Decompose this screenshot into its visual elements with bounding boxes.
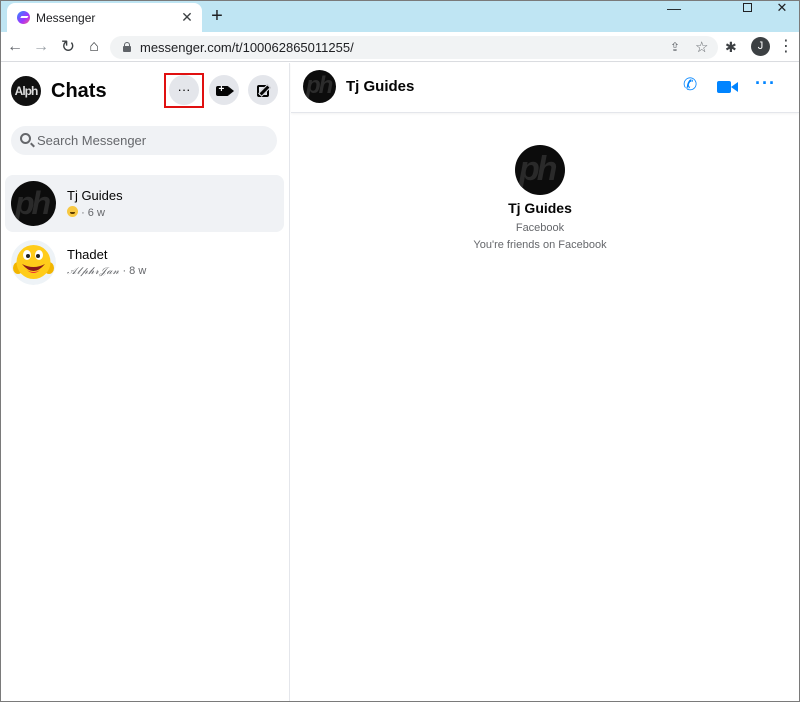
- chat-preview: 𝒜𝓁𝓅𝒽𝓇𝒥𝒶𝓃: [67, 266, 120, 277]
- avatar: ph: [11, 181, 56, 226]
- profile-name: Tj Guides: [508, 200, 572, 216]
- avatar[interactable]: ph: [515, 145, 565, 195]
- new-tab-button[interactable]: +: [207, 6, 227, 26]
- chat-row-tj-guides[interactable]: ph Tj Guides · 6 w: [5, 175, 284, 232]
- profile-relation: You're friends on Facebook: [473, 239, 607, 251]
- new-room-button[interactable]: [209, 75, 239, 105]
- search-input[interactable]: [37, 131, 267, 150]
- search-bar[interactable]: [11, 126, 277, 155]
- share-icon[interactable]: ⇪: [670, 40, 680, 54]
- chats-sidebar: Alph Chats ··· ph Tj Guides · 6 w: [1, 63, 290, 701]
- more-icon[interactable]: ···: [755, 73, 776, 97]
- browser-toolbar: ← → ↻ ⌂ messenger.com/t/100062865011255/…: [1, 32, 799, 62]
- tab-messenger[interactable]: Messenger ✕: [7, 3, 202, 32]
- forward-arrow-icon[interactable]: →: [31, 37, 51, 57]
- options-button[interactable]: ···: [169, 75, 199, 105]
- url-text[interactable]: messenger.com/t/100062865011255/: [140, 40, 354, 55]
- conversation-panel: ph Tj Guides ✆ ··· ph Tj Guides Facebook…: [291, 63, 799, 701]
- chat-meta: 𝒜𝓁𝓅𝒽𝓇𝒥𝒶𝓃 · 8 w: [67, 265, 146, 277]
- conversation-header: ph Tj Guides ✆ ···: [291, 63, 799, 113]
- reload-icon[interactable]: ↻: [58, 37, 78, 57]
- conversation-name[interactable]: Tj Guides: [346, 78, 414, 95]
- tab-title: Messenger: [36, 11, 96, 25]
- my-avatar[interactable]: Alph: [11, 76, 41, 106]
- chat-row-thadet[interactable]: Thadet 𝒜𝓁𝓅𝒽𝓇𝒥𝒶𝓃 · 8 w: [5, 234, 284, 291]
- browser-window: Messenger ✕ + — ✕ ← → ↻ ⌂ messenger.com/…: [0, 0, 800, 702]
- extensions-icon[interactable]: ✱: [725, 39, 737, 56]
- home-icon[interactable]: ⌂: [84, 37, 104, 57]
- smiley-avatar-icon: [11, 240, 56, 285]
- chat-name: Tj Guides: [67, 188, 123, 203]
- profile-source: Facebook: [515, 222, 565, 234]
- chat-time: · 6 w: [81, 207, 105, 219]
- close-window-button[interactable]: ✕: [763, 1, 799, 17]
- minimize-button[interactable]: —: [655, 1, 693, 17]
- lock-icon[interactable]: [123, 42, 131, 53]
- close-tab-icon[interactable]: ✕: [179, 9, 195, 25]
- new-message-button[interactable]: [248, 75, 278, 105]
- avatar: [11, 240, 56, 285]
- back-arrow-icon[interactable]: ←: [5, 37, 25, 57]
- compose-icon: [257, 84, 269, 97]
- search-icon: [20, 133, 31, 144]
- profile-summary: ph Tj Guides Facebook You're friends on …: [291, 145, 789, 251]
- tab-strip: Messenger ✕ + — ✕: [1, 1, 799, 32]
- video-plus-icon: [215, 75, 234, 105]
- address-bar[interactable]: messenger.com/t/100062865011255/ ⇪ ☆: [110, 36, 718, 59]
- star-icon[interactable]: ☆: [695, 38, 708, 56]
- chat-name: Thadet: [67, 247, 108, 262]
- chat-meta: · 6 w: [67, 206, 105, 219]
- page-title: Chats: [51, 80, 107, 102]
- chat-time: · 8 w: [122, 265, 147, 277]
- avatar[interactable]: ph: [303, 70, 336, 103]
- maximize-button[interactable]: [728, 1, 766, 17]
- messenger-favicon-icon: [17, 11, 30, 24]
- phone-icon[interactable]: ✆: [683, 75, 697, 99]
- maximize-icon: [742, 3, 752, 12]
- grinning-emoji-icon: [67, 206, 78, 217]
- profile-avatar[interactable]: J: [751, 37, 770, 56]
- more-vert-icon[interactable]: ⋮: [778, 37, 794, 57]
